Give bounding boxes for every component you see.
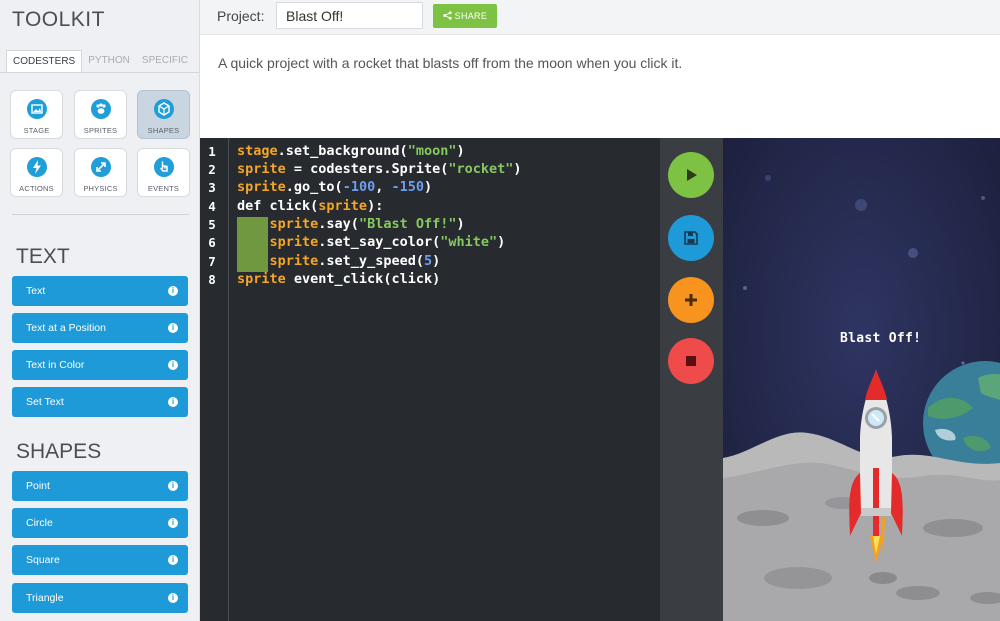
code-line: sprite = codesters.Sprite("rocket") [237, 161, 522, 177]
project-name-input[interactable] [276, 2, 423, 29]
info-icon[interactable]: i [168, 323, 178, 333]
point-button[interactable]: Point i [12, 471, 188, 501]
project-description: A quick project with a rocket that blast… [218, 55, 683, 71]
button-label: Square [26, 554, 60, 566]
run-button[interactable] [668, 152, 714, 198]
circle-button[interactable]: Circle i [12, 508, 188, 538]
tool-stage[interactable]: STAGE [10, 90, 63, 139]
tool-actions[interactable]: ACTIONS [10, 148, 63, 197]
code-line: sprite.set_y_speed(5) [269, 253, 441, 269]
button-label: Circle [26, 517, 53, 529]
square-button[interactable]: Square i [12, 545, 188, 575]
button-label: Text at a Position [26, 322, 106, 334]
line-number: 3 [208, 180, 216, 195]
text-at-position-button[interactable]: Text at a Position i [12, 313, 188, 343]
share-label: SHARE [454, 11, 488, 21]
image-icon [27, 99, 47, 119]
code-editor[interactable]: 1 2 3 4 5 6 7 8 stage.set_background("mo… [200, 138, 660, 621]
code-line: sprite.set_say_color("white") [269, 234, 506, 250]
tool-label: ACTIONS [19, 184, 54, 193]
arrows-icon [91, 157, 111, 177]
divider [12, 214, 189, 215]
stage-canvas[interactable]: Blast Off! [723, 138, 1000, 621]
save-icon [683, 228, 699, 248]
cube-icon [154, 99, 174, 119]
project-label: Project: [217, 8, 265, 24]
line-number: 5 [208, 217, 216, 232]
set-text-button[interactable]: Set Text i [12, 387, 188, 417]
info-icon[interactable]: i [168, 555, 178, 565]
tool-label: STAGE [23, 126, 50, 135]
text-in-color-button[interactable]: Text in Color i [12, 350, 188, 380]
tool-label: PHYSICS [83, 184, 118, 193]
triangle-button[interactable]: Triangle i [12, 583, 188, 613]
tool-label: EVENTS [147, 184, 180, 193]
text-button[interactable]: Text i [12, 276, 188, 306]
button-label: Text [26, 285, 46, 297]
toolkit-tabs: CODESTERS PYTHON SPECIFIC [6, 50, 194, 72]
plus-icon [683, 290, 699, 310]
code-line: sprite.say("Blast Off!") [269, 216, 465, 232]
share-icon [443, 11, 455, 21]
tab-codesters[interactable]: CODESTERS [6, 50, 83, 72]
code-line: sprite event_click(click) [237, 271, 441, 287]
tab-panel-divider [0, 72, 199, 73]
info-icon[interactable]: i [168, 518, 178, 528]
info-icon[interactable]: i [168, 593, 178, 603]
button-label: Text in Color [26, 359, 85, 371]
tab-python[interactable]: PYTHON [82, 50, 136, 72]
info-icon[interactable]: i [168, 360, 178, 370]
line-number: 7 [208, 254, 216, 269]
code-line: def click(sprite): [237, 198, 384, 214]
button-label: Point [26, 480, 50, 492]
speech-text: Blast Off! [840, 331, 922, 346]
toolkit-title: TOOLKIT [12, 8, 105, 31]
share-button[interactable]: SHARE [433, 4, 497, 28]
pointer-hand-icon [154, 157, 174, 177]
tool-label: SHAPES [147, 126, 180, 135]
line-number: 1 [208, 144, 216, 159]
info-icon[interactable]: i [168, 286, 178, 296]
play-icon [683, 165, 699, 185]
tool-shapes[interactable]: SHAPES [137, 90, 190, 139]
line-number: 2 [208, 162, 216, 177]
shapes-section-title: SHAPES [16, 440, 102, 463]
tool-physics[interactable]: PHYSICS [74, 148, 127, 197]
code-line: stage.set_background("moon") [237, 143, 465, 159]
line-gutter: 1 2 3 4 5 6 7 8 [200, 138, 229, 621]
moon-background [723, 138, 1000, 621]
add-button[interactable] [668, 277, 714, 323]
line-number: 6 [208, 235, 216, 250]
button-label: Set Text [26, 396, 64, 408]
info-icon[interactable]: i [168, 481, 178, 491]
stop-icon [683, 351, 699, 371]
line-number: 4 [208, 199, 216, 214]
tool-sprites[interactable]: SPRITES [74, 90, 127, 139]
code-line: sprite.go_to(-100, -150) [237, 179, 433, 195]
toolkit-sidebar: TOOLKIT CODESTERS PYTHON SPECIFIC STAGE … [0, 0, 200, 621]
save-button[interactable] [668, 215, 714, 261]
project-header: Project: SHARE [200, 0, 1000, 35]
text-section-title: TEXT [16, 245, 70, 268]
tool-label: SPRITES [83, 126, 118, 135]
info-icon[interactable]: i [168, 397, 178, 407]
line-number: 8 [208, 272, 216, 287]
paw-icon [91, 99, 111, 119]
button-label: Triangle [26, 592, 64, 604]
lightning-icon [27, 157, 47, 177]
tab-specific[interactable]: SPECIFIC [136, 50, 194, 72]
stop-button[interactable] [668, 338, 714, 384]
tool-events[interactable]: EVENTS [137, 148, 190, 197]
run-controls [660, 138, 723, 621]
